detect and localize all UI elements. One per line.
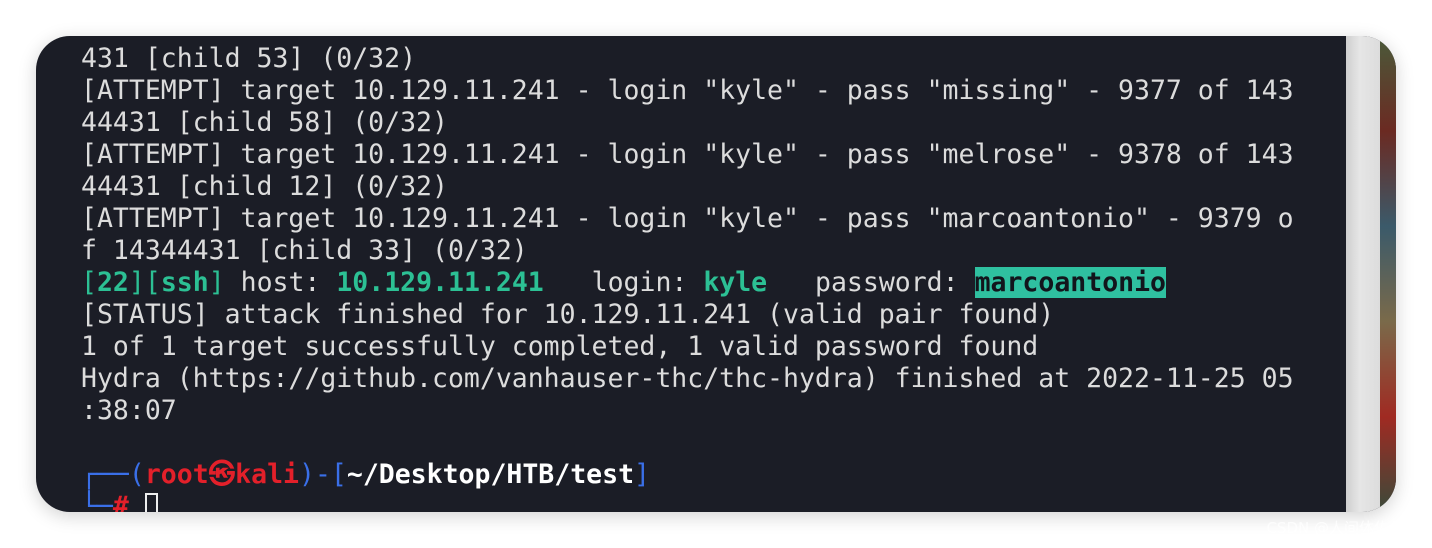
terminal-window: 431 [child 53] (0/32) [ATTEMPT] target 1… — [36, 36, 1396, 512]
output-line: :38:07 — [81, 395, 177, 426]
output-line: [ATTEMPT] target 10.129.11.241 - login "… — [81, 203, 1294, 234]
host: 10.129.11.241 — [336, 267, 544, 298]
desktop-background — [1380, 36, 1396, 512]
prompt-hash: # — [112, 491, 129, 512]
password-label: password: — [767, 267, 975, 298]
host-label: host: — [224, 267, 337, 298]
output-line: 44431 [child 12] (0/32) — [81, 171, 448, 202]
output-line: 431 [child 53] (0/32) — [81, 43, 417, 74]
cursor — [144, 493, 158, 512]
input-line[interactable]: └─# — [81, 491, 1294, 512]
output-line: [STATUS] attack finished for 10.129.11.2… — [81, 299, 1055, 330]
output-line: 44431 [child 58] (0/32) — [81, 107, 448, 138]
prompt-line: ┌──(root㉿kali)-[~/Desktop/HTB/test] — [81, 459, 651, 490]
password: marcoantonio — [974, 267, 1167, 298]
prompt-path: ~/Desktop/HTB/test — [346, 459, 635, 490]
terminal-output[interactable]: 431 [child 53] (0/32) [ATTEMPT] target 1… — [81, 43, 1294, 512]
service: ssh — [160, 267, 209, 298]
scrollbar[interactable] — [1346, 36, 1380, 512]
login: kyle — [703, 267, 768, 298]
output-line: [ATTEMPT] target 10.129.11.241 - login "… — [81, 139, 1294, 170]
prompt-host: kali — [235, 459, 299, 490]
output-line: Hydra (https://github.com/vanhauser-thc/… — [81, 363, 1294, 394]
login-label: login: — [543, 267, 704, 298]
output-line: f 14344431 [child 33] (0/32) — [81, 235, 528, 266]
output-line: 1 of 1 target successfully completed, 1 … — [81, 331, 1039, 362]
watermark: CSDN @人间体佐菲 — [1266, 519, 1404, 537]
port: 22 — [96, 267, 129, 298]
prompt-symbol: ㉿ — [208, 459, 236, 490]
output-line: [ATTEMPT] target 10.129.11.241 - login "… — [81, 75, 1294, 106]
prompt-user: root — [144, 459, 209, 490]
result-line: [22][ssh] host: 10.129.11.241 login: kyl… — [81, 267, 1167, 298]
